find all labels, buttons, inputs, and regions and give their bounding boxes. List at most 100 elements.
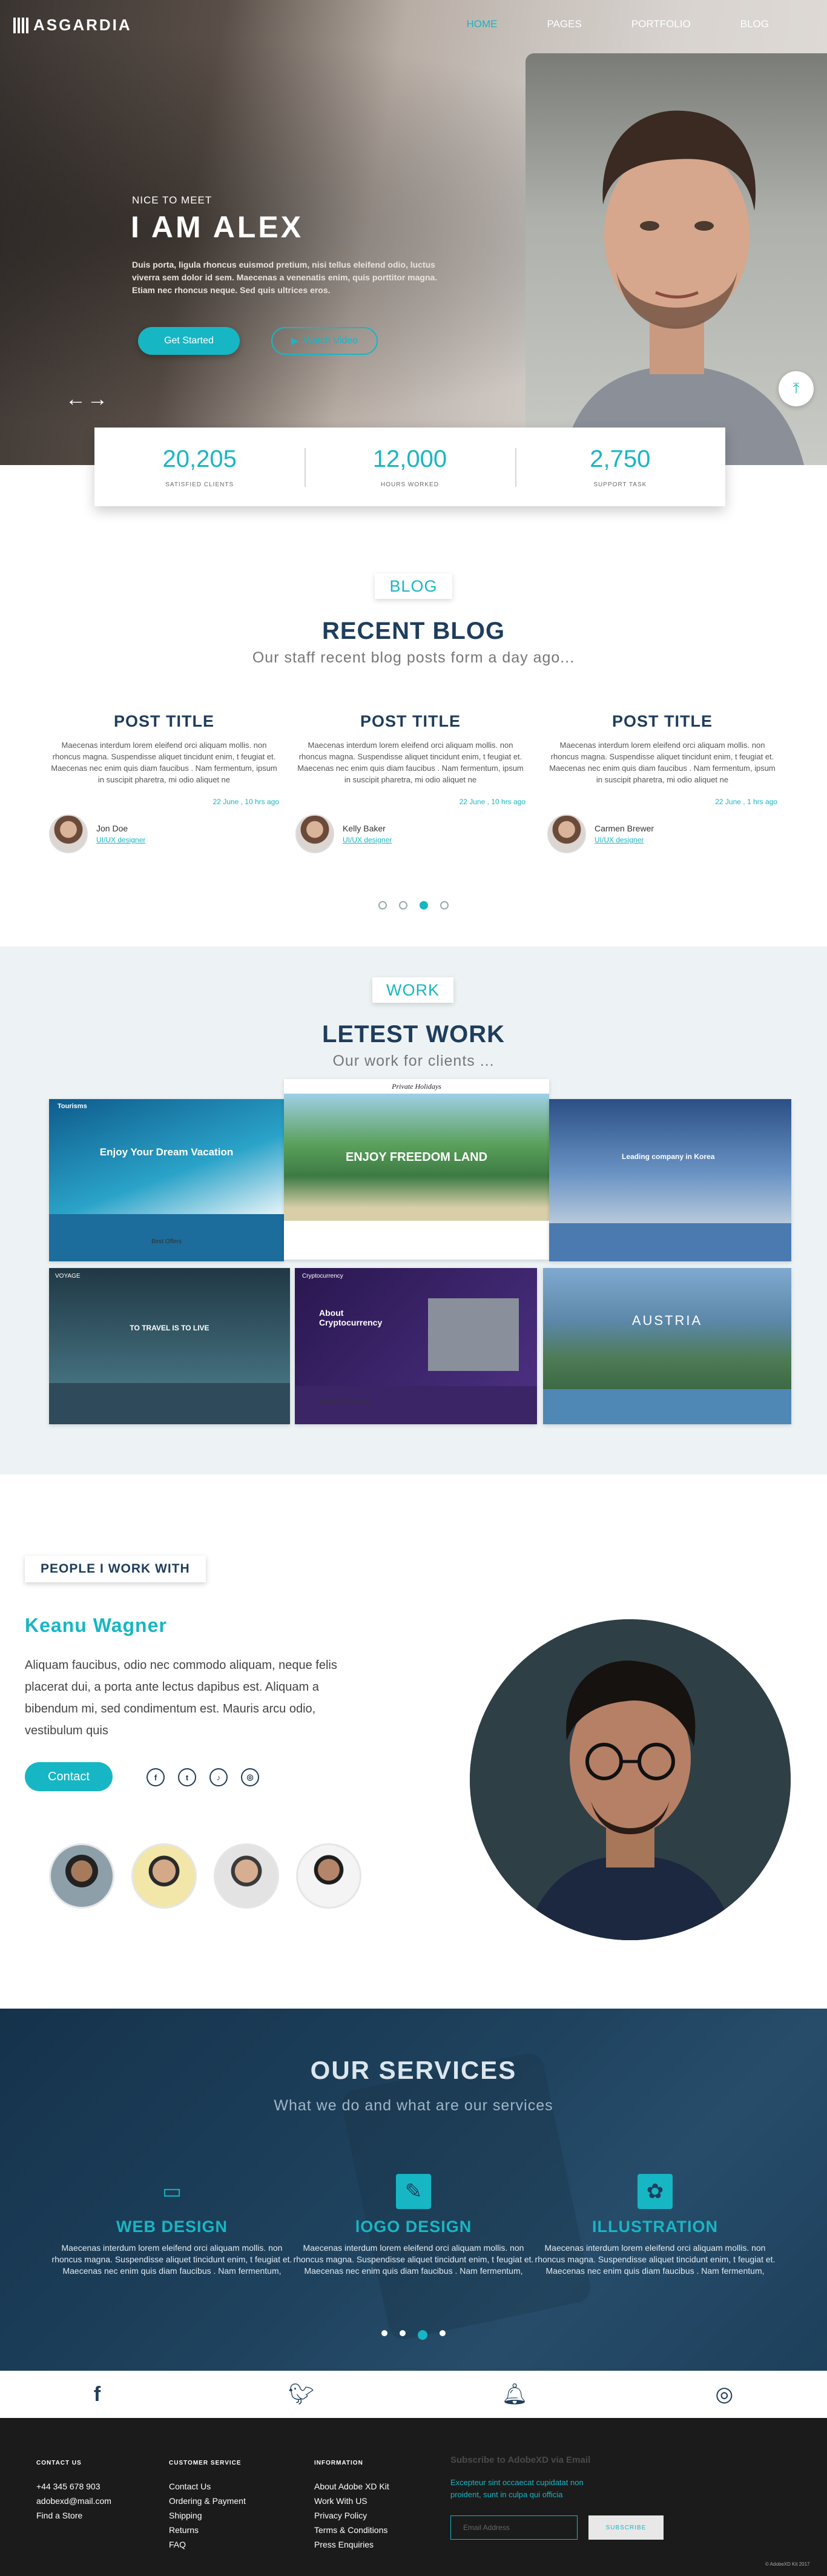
team-avatar[interactable] bbox=[49, 1843, 114, 1909]
facebook-icon[interactable]: f bbox=[147, 1768, 165, 1786]
arrow-up-icon: ⤒ bbox=[792, 380, 800, 397]
service-item[interactable]: ▭ WEB DESIGN Maecenas interdum lorem ele… bbox=[51, 2174, 293, 2277]
team-avatar[interactable] bbox=[131, 1843, 197, 1909]
work-subtitle: Our work for clients ... bbox=[332, 1052, 495, 1069]
footer bbox=[0, 2418, 827, 2576]
author-role-link[interactable]: UI/UX designer bbox=[96, 836, 145, 844]
facebook-icon[interactable]: f bbox=[94, 2383, 100, 2406]
blog-post[interactable]: POST TITLE Maecenas interdum lorem eleif… bbox=[547, 712, 777, 853]
footer-link[interactable]: About Adobe XD Kit bbox=[314, 2479, 389, 2494]
stat-number: 2,750 bbox=[590, 446, 651, 472]
page-dot[interactable] bbox=[378, 901, 387, 910]
subscribe-button[interactable]: SUBSCRIBE bbox=[588, 2515, 664, 2540]
work-tag: WORK bbox=[372, 977, 453, 1003]
footer-link[interactable]: +44 345 678 903 bbox=[36, 2479, 111, 2494]
email-field[interactable]: Email Address bbox=[450, 2515, 578, 2540]
footer-link[interactable]: Returns bbox=[169, 2523, 246, 2537]
bell-icon[interactable]: 🔔︎ bbox=[502, 2382, 528, 2406]
watch-video-button[interactable]: ▶ Watch Video bbox=[271, 327, 378, 355]
instagram-icon[interactable]: ◎ bbox=[715, 2382, 733, 2406]
thumb-brand: Private Holidays bbox=[392, 1082, 441, 1091]
post-title[interactable]: POST TITLE bbox=[49, 712, 279, 731]
footer-contact: CONTACT US +44 345 678 903 adobexd@mail.… bbox=[36, 2456, 111, 2523]
post-title[interactable]: POST TITLE bbox=[295, 712, 526, 731]
services-pagination bbox=[0, 2330, 827, 2340]
hero-title: I AM ALEX bbox=[131, 210, 304, 244]
work-thumb-private-holidays[interactable]: Private Holidays ENJOY FREEDOM LAND bbox=[284, 1079, 549, 1260]
post-title[interactable]: POST TITLE bbox=[547, 712, 777, 731]
footer-link[interactable]: Terms & Conditions bbox=[314, 2523, 389, 2537]
thumb-extra: About our company bbox=[319, 1399, 372, 1405]
slider-arrows-icon[interactable]: ←→ bbox=[65, 388, 109, 411]
brand-name: ASGARDIA bbox=[33, 16, 132, 34]
bell-icon[interactable]: ♪ bbox=[209, 1768, 228, 1786]
main-nav: HOME PAGES PORTFOLIO BLOG bbox=[466, 18, 769, 30]
nav-pages[interactable]: PAGES bbox=[547, 18, 581, 30]
page-dot[interactable] bbox=[440, 2330, 446, 2336]
page-dot-active[interactable] bbox=[418, 2330, 427, 2340]
twitter-icon[interactable]: 🐦︎ bbox=[288, 2382, 314, 2406]
thumb-caption: Leading company in Korea bbox=[622, 1152, 715, 1161]
service-text: Maecenas interdum lorem eleifend orci al… bbox=[51, 2243, 292, 2276]
work-thumb-voyage[interactable]: VOYAGE TO TRAVEL IS TO LIVE bbox=[49, 1268, 290, 1424]
work-thumb-cryptocurrency[interactable]: Cryptocurrency About Cryptocurrency Abou… bbox=[295, 1268, 537, 1424]
footer-link[interactable]: Shipping bbox=[169, 2508, 246, 2523]
illustration-icon: ✿ bbox=[638, 2174, 673, 2209]
team-avatar[interactable] bbox=[214, 1843, 279, 1909]
blog-post[interactable]: POST TITLE Maecenas interdum lorem eleif… bbox=[295, 712, 526, 853]
author-role-link[interactable]: UI/UX designer bbox=[595, 836, 654, 844]
stat-item: 12,000 HOURS WORKED bbox=[305, 446, 515, 488]
person-name: Keanu Wagner bbox=[25, 1614, 167, 1636]
scroll-top-button[interactable]: ⤒ bbox=[779, 371, 814, 406]
nav-blog[interactable]: BLOG bbox=[740, 18, 769, 30]
footer-link[interactable]: Ordering & Payment bbox=[169, 2494, 246, 2508]
subscribe-text: Excepteur sint occaecat cupidatat non pr… bbox=[450, 2478, 584, 2499]
people-tag: PEOPLE I WORK WITH bbox=[25, 1556, 206, 1582]
author-role-link[interactable]: UI/UX designer bbox=[343, 836, 392, 844]
footer-link[interactable]: Press Enquiries bbox=[314, 2537, 389, 2552]
twitter-icon[interactable]: t bbox=[178, 1768, 196, 1786]
page-dot[interactable] bbox=[400, 2330, 406, 2336]
footer-information: INFORMATION About Adobe XD Kit Work With… bbox=[314, 2456, 389, 2552]
get-started-button[interactable]: Get Started bbox=[138, 327, 240, 355]
instagram-icon[interactable]: ◎ bbox=[241, 1768, 259, 1786]
blog-post[interactable]: POST TITLE Maecenas interdum lorem eleif… bbox=[49, 712, 279, 853]
footer-link[interactable]: Privacy Policy bbox=[314, 2508, 389, 2523]
footer-link[interactable]: FAQ bbox=[169, 2537, 246, 2552]
service-text: Maecenas interdum lorem eleifend orci al… bbox=[535, 2243, 776, 2276]
thumb-brand: VOYAGE bbox=[55, 1273, 81, 1280]
page-dot-active[interactable] bbox=[420, 901, 428, 910]
post-date: 22 June , 10 hrs ago bbox=[459, 798, 526, 806]
stat-number: 20,205 bbox=[162, 446, 237, 472]
footer-link[interactable]: adobexd@mail.com bbox=[36, 2494, 111, 2508]
footer-link[interactable]: Contact Us bbox=[169, 2479, 246, 2494]
stat-label: SATISFIED CLIENTS bbox=[165, 481, 234, 488]
service-item[interactable]: ✎ lOGO DESIGN Maecenas interdum lorem el… bbox=[292, 2174, 535, 2277]
team-avatar[interactable] bbox=[296, 1843, 361, 1909]
service-title: WEB DESIGN bbox=[116, 2218, 228, 2236]
hero-text: Duis porta, ligula rhoncus euismod preti… bbox=[132, 260, 438, 295]
brand-logo[interactable]: ASGARDIA bbox=[13, 16, 132, 35]
thumb-extra: Best Offers bbox=[151, 1238, 182, 1245]
work-thumb-korea[interactable]: Leading company in Korea bbox=[549, 1099, 791, 1261]
nav-portfolio[interactable]: PORTFOLIO bbox=[631, 18, 691, 30]
page-dot[interactable] bbox=[381, 2330, 387, 2336]
contact-button[interactable]: Contact bbox=[25, 1762, 113, 1791]
footer-link[interactable]: Find a Store bbox=[36, 2508, 111, 2523]
thumb-caption: ENJOY FREEDOM LAND bbox=[345, 1151, 488, 1164]
thumb-brand: Cryptocurrency bbox=[302, 1273, 343, 1280]
work-thumb-austria[interactable]: AUSTRIA bbox=[543, 1268, 791, 1424]
logo-bars-icon bbox=[13, 17, 28, 33]
page-dot[interactable] bbox=[440, 901, 449, 910]
page-dot[interactable] bbox=[399, 901, 407, 910]
thumb-brand: Tourisms bbox=[58, 1103, 87, 1110]
stat-label: SUPPORT TASK bbox=[593, 481, 647, 488]
person-bio: Aliquam faucibus, odio nec commodo aliqu… bbox=[25, 1659, 337, 1737]
service-item[interactable]: ✿ ILLUSTRATION Maecenas interdum lorem e… bbox=[534, 2174, 776, 2277]
post-date: 22 June , 10 hrs ago bbox=[213, 798, 279, 806]
stat-label: HOURS WORKED bbox=[381, 481, 439, 488]
footer-link[interactable]: Work With US bbox=[314, 2494, 389, 2508]
footer-heading: INFORMATION bbox=[314, 2460, 363, 2466]
nav-home[interactable]: HOME bbox=[466, 18, 497, 30]
work-thumb-tourisms[interactable]: Tourisms Enjoy Your Dream Vacation Best … bbox=[49, 1099, 284, 1261]
